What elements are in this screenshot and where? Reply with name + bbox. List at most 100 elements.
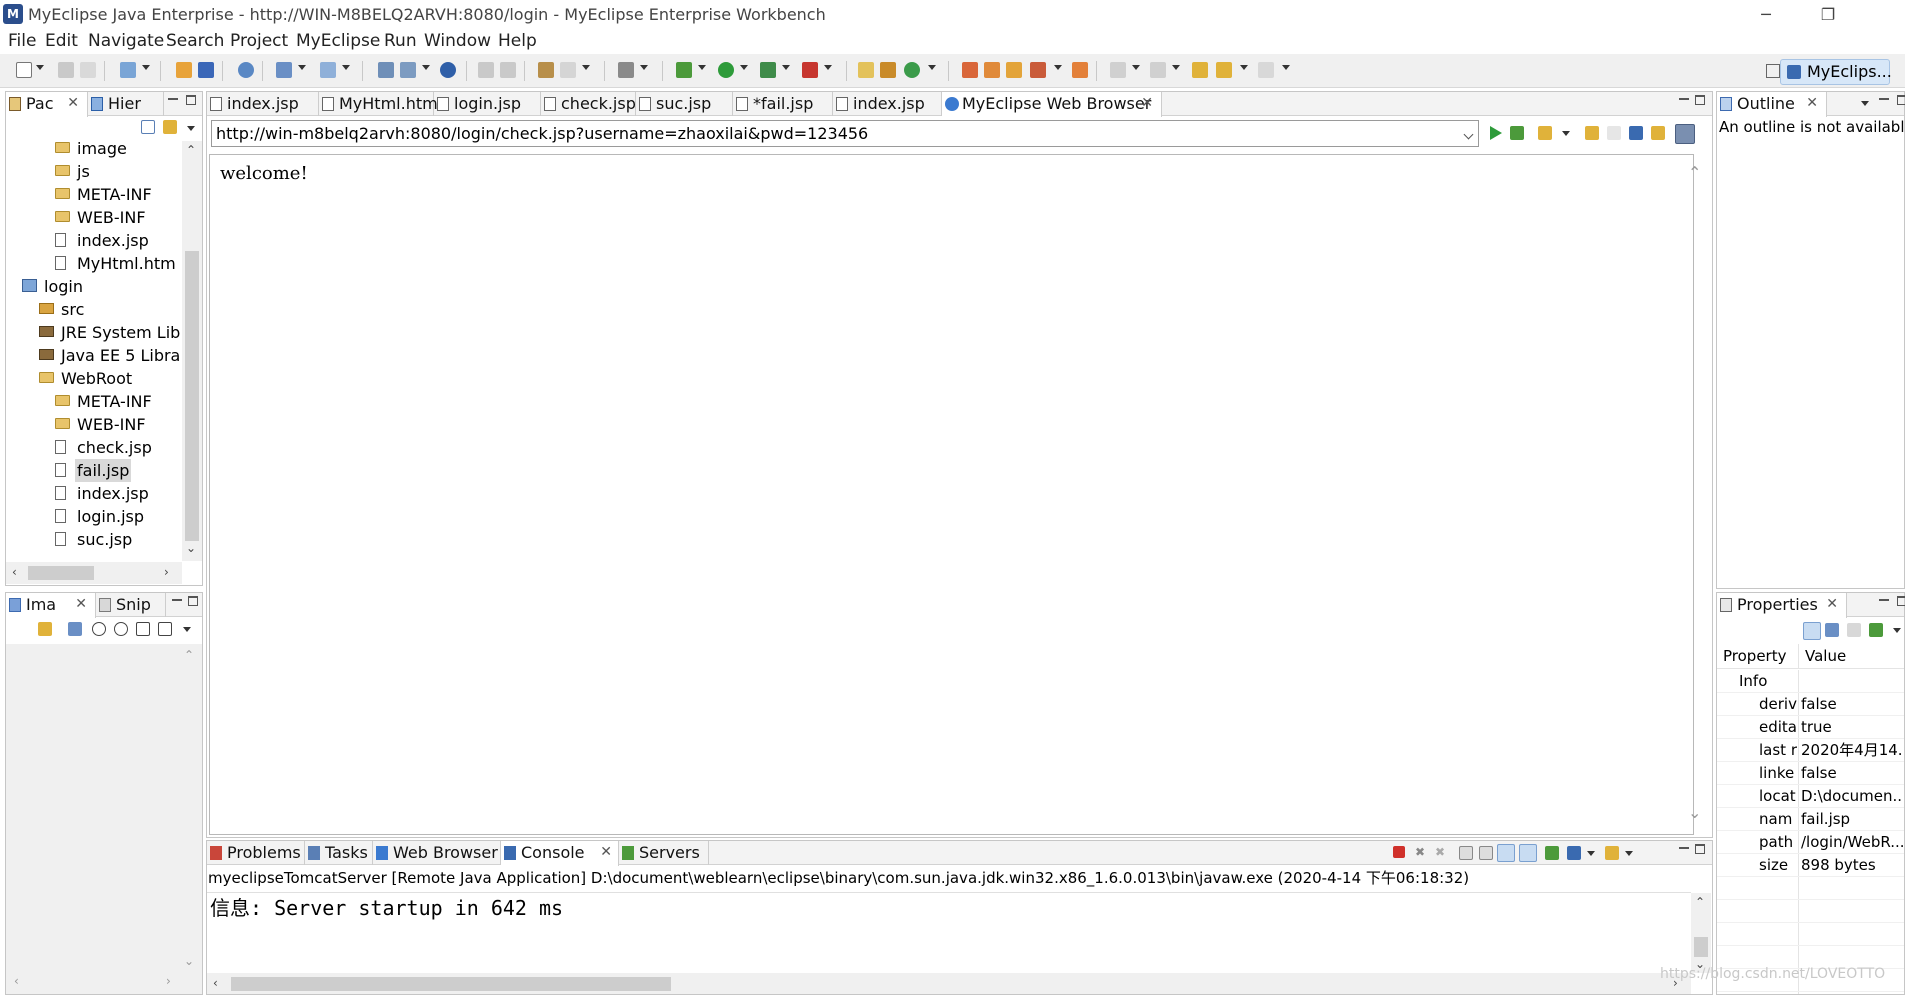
- server-icon[interactable]: [320, 62, 336, 78]
- close-icon[interactable]: ✕: [1141, 92, 1153, 115]
- property-value[interactable]: false: [1801, 693, 1903, 716]
- view-menu-icon[interactable]: [183, 627, 191, 632]
- report-icon[interactable]: [400, 62, 416, 78]
- scroll-left-icon[interactable]: ‹: [12, 565, 17, 579]
- next-annotation-dropdown-icon[interactable]: [1132, 65, 1140, 70]
- clear-console-icon[interactable]: [1459, 846, 1473, 860]
- save-icon[interactable]: [58, 62, 74, 78]
- url-input[interactable]: http://win-m8belq2arvh:8080/login/check.…: [211, 120, 1479, 147]
- restore-default-icon[interactable]: [1847, 623, 1861, 637]
- profile-icon[interactable]: [802, 62, 818, 78]
- property-value[interactable]: fail.jsp: [1801, 808, 1903, 831]
- menu-project[interactable]: Project: [230, 31, 288, 51]
- back-dropdown-icon[interactable]: [1240, 65, 1248, 70]
- run-external-icon[interactable]: [760, 62, 776, 78]
- property-value[interactable]: D:\documen...: [1801, 785, 1903, 808]
- open-perspective-icon[interactable]: [560, 62, 576, 78]
- editor-tab[interactable]: login.jsp: [434, 92, 541, 116]
- scroll-up-icon[interactable]: ⌃: [186, 143, 196, 157]
- ant-icon[interactable]: [538, 62, 554, 78]
- new-dropdown-icon[interactable]: [36, 65, 44, 70]
- new-project-icon[interactable]: [120, 62, 136, 78]
- scroll-up-icon[interactable]: ⌃: [184, 648, 194, 662]
- open-console-icon[interactable]: [1605, 846, 1619, 860]
- debug-icon[interactable]: [676, 62, 692, 78]
- zoom-in-icon[interactable]: [114, 622, 128, 636]
- property-key[interactable]: path: [1759, 831, 1797, 854]
- tab-image[interactable]: Ima ✕: [6, 593, 96, 618]
- minimize-icon[interactable]: [1879, 599, 1889, 601]
- server-dropdown-icon[interactable]: [342, 65, 350, 70]
- image-icon[interactable]: [618, 62, 634, 78]
- run-external-dropdown-icon[interactable]: [782, 65, 790, 70]
- fit-window-icon[interactable]: [158, 622, 172, 636]
- prev-annotation-dropdown-icon[interactable]: [1172, 65, 1180, 70]
- menu-run[interactable]: Run: [384, 31, 417, 51]
- property-key[interactable]: edita: [1759, 716, 1797, 739]
- close-icon[interactable]: ✕: [600, 841, 612, 864]
- stop-icon[interactable]: [1629, 126, 1643, 140]
- scroll-up-icon[interactable]: ⌃: [1695, 895, 1705, 909]
- tab-console[interactable]: Console ✕: [501, 841, 619, 866]
- pen-dropdown-icon[interactable]: [1054, 65, 1062, 70]
- open-console-dropdown-icon[interactable]: [1625, 851, 1633, 856]
- new-icon[interactable]: [16, 62, 32, 78]
- minimize-icon[interactable]: [1679, 98, 1689, 100]
- pin-console-icon[interactable]: [1545, 846, 1559, 860]
- view-menu-icon[interactable]: [187, 126, 195, 131]
- zoom-out-icon[interactable]: [92, 622, 106, 636]
- link-with-editor-icon[interactable]: [163, 120, 177, 134]
- close-icon[interactable]: ✕: [1806, 92, 1818, 115]
- filter-icon[interactable]: [1825, 623, 1839, 637]
- property-key[interactable]: size: [1759, 854, 1797, 877]
- fit-image-icon[interactable]: [68, 622, 82, 636]
- new-project-dropdown-icon[interactable]: [142, 65, 150, 70]
- debug-page-icon[interactable]: [1510, 126, 1524, 140]
- maximize-icon[interactable]: [1897, 95, 1905, 105]
- new-java-package-icon[interactable]: [858, 62, 874, 78]
- display-console-icon[interactable]: [1567, 846, 1581, 860]
- forward-dropdown-icon[interactable]: [1282, 65, 1290, 70]
- refresh-icon[interactable]: [1651, 126, 1665, 140]
- menu-myeclipse[interactable]: MyEclipse: [296, 31, 380, 51]
- categories-icon[interactable]: [1803, 622, 1821, 640]
- image-dropdown-icon[interactable]: [640, 65, 648, 70]
- menu-help[interactable]: Help: [498, 31, 537, 51]
- tab-hierarchy[interactable]: Hier: [88, 92, 164, 116]
- editor-tab[interactable]: MyHtml.html: [319, 92, 442, 116]
- task-icon[interactable]: [1072, 62, 1088, 78]
- next-annotation-icon[interactable]: [1110, 62, 1126, 78]
- tree-horizontal-scrollbar[interactable]: ‹ ›: [6, 562, 182, 584]
- editor-tab[interactable]: suc.jsp: [636, 92, 733, 116]
- browser-icon[interactable]: [440, 62, 456, 78]
- favorites-icon[interactable]: [1538, 126, 1552, 140]
- terminate-icon[interactable]: [1393, 846, 1405, 858]
- tab-outline[interactable]: Outline ✕: [1717, 92, 1827, 117]
- restore-window-button[interactable]: ❐: [1805, 2, 1851, 28]
- debug-dropdown-icon[interactable]: [698, 65, 706, 70]
- tab-servers[interactable]: Servers: [619, 841, 709, 865]
- back-icon[interactable]: [38, 622, 52, 636]
- menu-search[interactable]: Search: [166, 31, 224, 51]
- browser-forward-icon[interactable]: [1607, 126, 1621, 140]
- minimize-icon[interactable]: [168, 98, 178, 100]
- new-class-icon[interactable]: [904, 62, 920, 78]
- close-icon[interactable]: ✕: [67, 92, 79, 115]
- deploy-dropdown-icon[interactable]: [298, 65, 306, 70]
- back-icon[interactable]: [1216, 62, 1232, 78]
- print-icon[interactable]: [80, 62, 96, 78]
- properties-group-label[interactable]: Info: [1739, 670, 1799, 693]
- profile-dropdown-icon[interactable]: [824, 65, 832, 70]
- view-menu-icon[interactable]: [1861, 101, 1869, 106]
- minimize-icon[interactable]: [1679, 847, 1689, 849]
- go-icon[interactable]: [1490, 126, 1502, 140]
- last-edit-icon[interactable]: [1192, 62, 1208, 78]
- scroll-lock-icon[interactable]: [1479, 846, 1493, 860]
- editor-tab[interactable]: *fail.jsp: [733, 92, 833, 116]
- property-key[interactable]: locat: [1759, 785, 1797, 808]
- scroll-down-icon[interactable]: ⌄: [184, 954, 194, 968]
- maximize-icon[interactable]: [1695, 844, 1705, 854]
- scroll-right-icon[interactable]: ›: [166, 974, 171, 988]
- maximize-icon[interactable]: [1695, 95, 1705, 105]
- show-on-stderr-icon[interactable]: [1519, 844, 1537, 862]
